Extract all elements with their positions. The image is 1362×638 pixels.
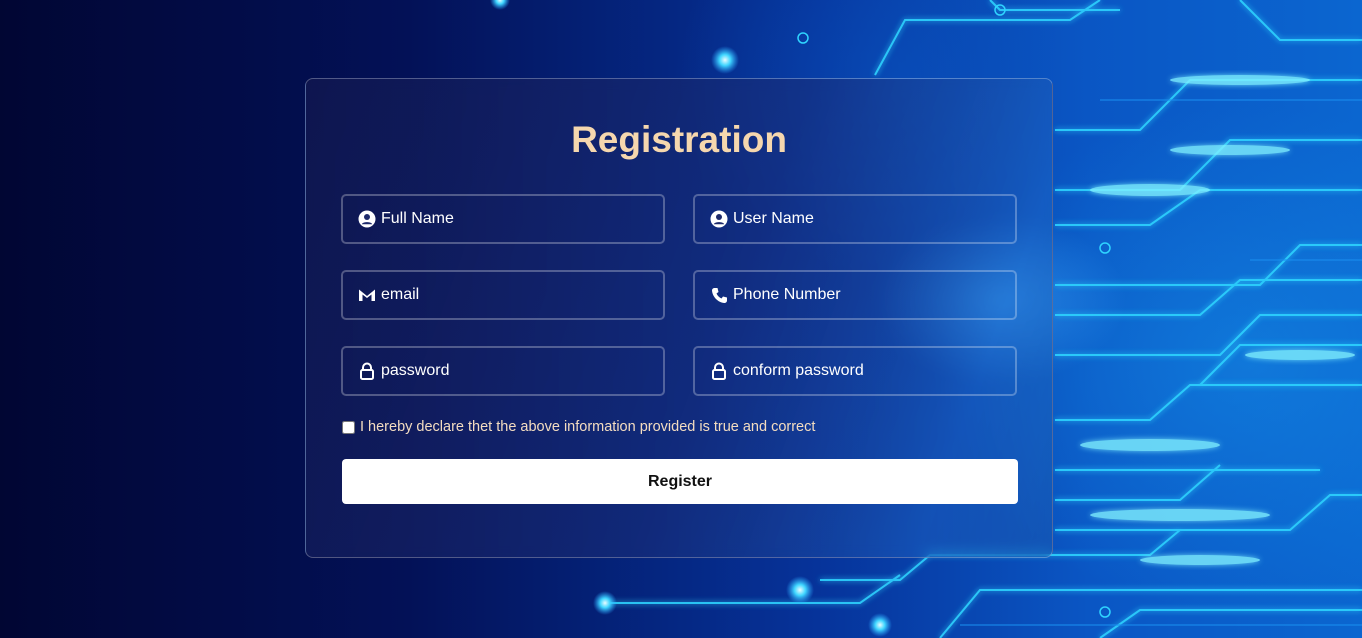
- user-name-field[interactable]: [693, 194, 1017, 244]
- declaration-checkbox[interactable]: [342, 420, 355, 434]
- user-circle-icon: [709, 209, 729, 229]
- full-name-field[interactable]: [341, 194, 665, 244]
- lock-icon: [357, 361, 377, 381]
- confirm-password-field[interactable]: [693, 346, 1017, 396]
- confirm-password-input[interactable]: [733, 348, 1003, 394]
- lock-icon: [709, 361, 729, 381]
- phone-number-input[interactable]: [733, 272, 1003, 318]
- registration-card: Registration Full Name User Name email P…: [305, 78, 1053, 558]
- phone-icon: [709, 285, 729, 305]
- user-circle-icon: [357, 209, 377, 229]
- email-field[interactable]: [341, 270, 665, 320]
- email-input[interactable]: [381, 272, 651, 318]
- gmail-icon: [357, 285, 377, 305]
- page-title: Registration: [571, 119, 787, 160]
- full-name-input[interactable]: [381, 196, 651, 242]
- user-name-input[interactable]: [733, 196, 1003, 242]
- phone-field[interactable]: [693, 270, 1017, 320]
- declaration-row[interactable]: I hereby declare thet the above informat…: [342, 419, 815, 435]
- register-button[interactable]: Register: [342, 459, 1018, 504]
- declaration-label: I hereby declare thet the above informat…: [360, 419, 816, 435]
- password-input[interactable]: [381, 348, 651, 394]
- password-field[interactable]: [341, 346, 665, 396]
